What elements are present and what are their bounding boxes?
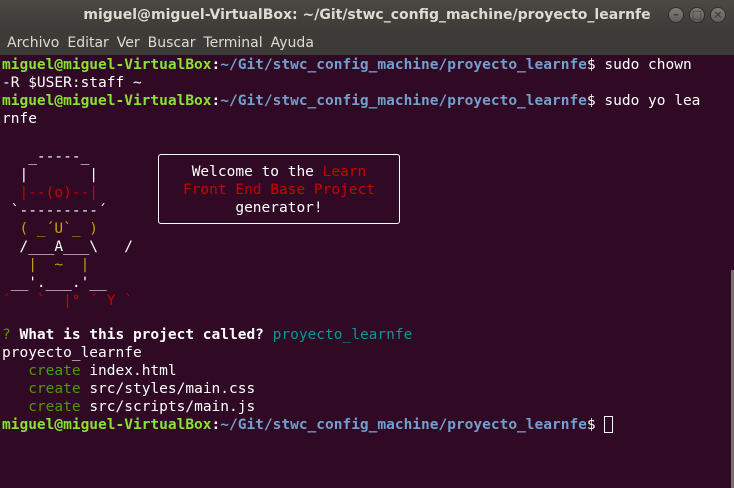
created-file: src/styles/main.css [89,381,256,397]
menu-item-buscar[interactable]: Buscar [141,35,196,51]
art-line: | | [2,167,99,183]
question-mark: ? [2,327,11,343]
window-title: miguel@miguel-VirtualBox: ~/Git/stwc_con… [83,7,651,23]
welcome-line-1: Welcome to the Learn [191,164,367,180]
window-controls: – □ × [668,7,726,23]
art-line: `---------´ [2,203,107,219]
art-line: ´ ` |° ´ Y ` [2,293,133,309]
prompt-user: miguel@miguel-VirtualBox [2,417,212,433]
art-line: _-----_ [2,149,90,165]
prompt-line: miguel@miguel-VirtualBox:~/Git/stwc_conf… [2,416,614,434]
create-verb: create [28,381,81,397]
create-line: create src/scripts/main.js [2,398,255,416]
created-file: src/scripts/main.js [89,399,256,415]
menu-item-editar[interactable]: Editar [60,35,108,51]
text-cursor [604,416,614,433]
welcome-line-2: Front End Base Project [182,182,376,198]
art-line: ( _´U`_ ) [2,221,99,237]
art-line: | ~ | [2,257,90,273]
prompt-user: miguel@miguel-VirtualBox [2,93,212,109]
welcome-line-3: generator! [235,200,323,216]
menu-item-ayuda[interactable]: Ayuda [264,35,314,51]
question-text: What is this project called? [19,327,264,343]
close-button[interactable]: × [710,7,726,23]
create-line: create index.html [2,362,177,380]
prompt-path: ~/Git/stwc_config_machine/proyecto_learn… [220,93,587,109]
art-line: /___A___\ / [2,239,133,255]
prompt-symbol: $ [586,417,605,433]
maximize-button[interactable]: □ [689,7,705,23]
answer-echo: proyecto_learnfe [2,345,142,361]
question-line: ? What is this project called? proyecto_… [2,326,412,344]
prompt-path: ~/Git/stwc_config_machine/proyecto_learn… [220,417,587,433]
command-text: sudo yo lea [604,93,701,109]
prompt-user: miguel@miguel-VirtualBox [2,57,212,73]
create-verb: create [28,399,81,415]
menu-bar: Archivo Editar Ver Buscar Terminal Ayuda [0,31,734,55]
terminal-output[interactable]: miguel@miguel-VirtualBox:~/Git/stwc_conf… [2,56,720,488]
command-text: sudo chown [604,57,692,73]
menu-item-terminal[interactable]: Terminal [196,35,262,51]
prompt-line: miguel@miguel-VirtualBox:~/Git/stwc_conf… [2,57,692,73]
art-line: |--(o)--| [2,185,99,201]
art-line: __'.___.'__ [2,275,107,291]
prompt-symbol: $ [586,57,605,73]
menu-item-ver[interactable]: Ver [110,35,140,51]
prompt-line: miguel@miguel-VirtualBox:~/Git/stwc_conf… [2,93,701,109]
question-answer: proyecto_learnfe [272,327,413,343]
title-bar[interactable]: miguel@miguel-VirtualBox: ~/Git/stwc_con… [0,0,734,31]
created-file: index.html [89,363,177,379]
command-continuation: rnfe [2,111,37,127]
prompt-path: ~/Git/stwc_config_machine/proyecto_learn… [220,57,587,73]
menu-item-archivo[interactable]: Archivo [0,35,59,51]
terminal-window: miguel@miguel-VirtualBox: ~/Git/stwc_con… [0,0,734,488]
create-line: create src/styles/main.css [2,380,255,398]
command-continuation: -R $USER:staff ~ [2,75,142,91]
welcome-box: Welcome to the Learn Front End Base Proj… [158,154,400,224]
prompt-symbol: $ [586,93,605,109]
create-verb: create [28,363,81,379]
minimize-button[interactable]: – [668,7,684,23]
